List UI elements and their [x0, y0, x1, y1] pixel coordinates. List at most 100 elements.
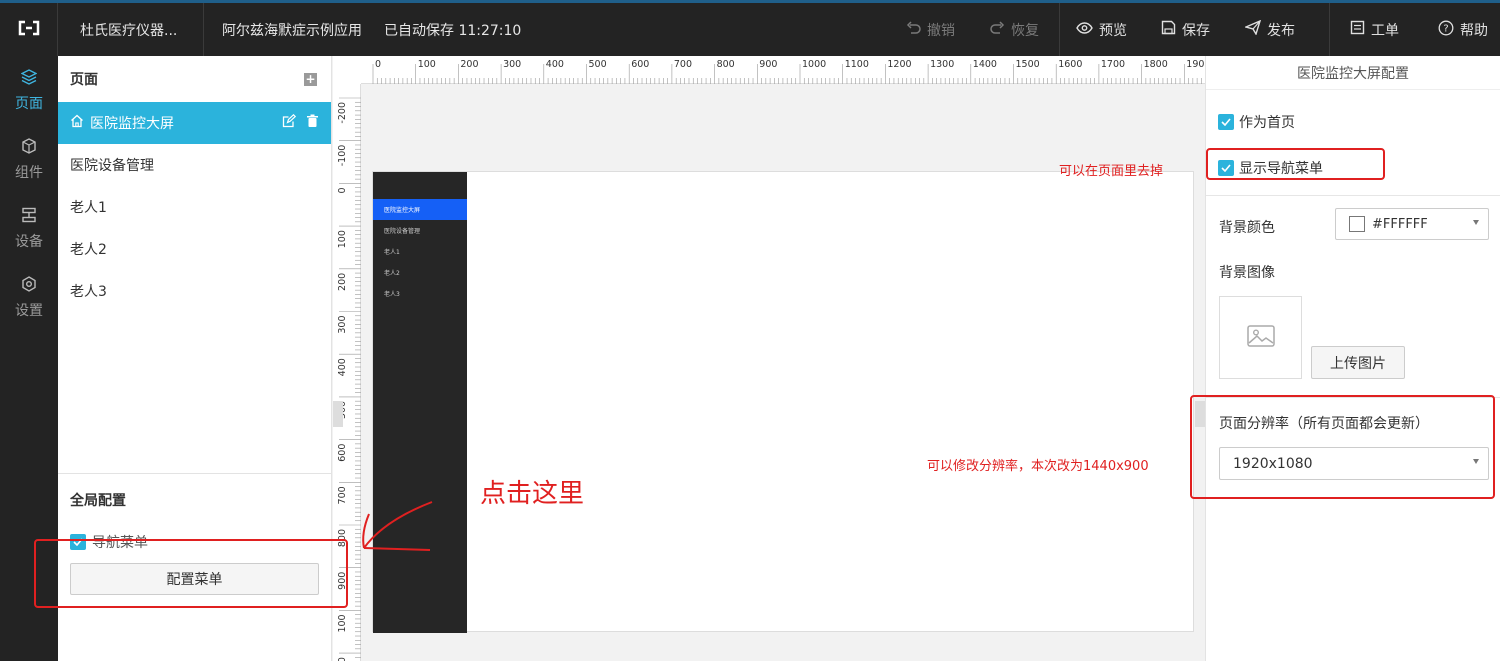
annotation-box-show-nav	[1206, 148, 1385, 180]
ruler-tick-label: 1700	[1101, 59, 1125, 70]
page-item[interactable]: 老人3	[58, 270, 331, 312]
ruler-tick-label: 100	[337, 614, 348, 632]
ruler-tick-label: 1800	[1144, 59, 1168, 70]
redo-button[interactable]: 恢复	[990, 20, 1039, 40]
redo-label: 恢复	[1011, 22, 1039, 39]
page-artboard[interactable]: 医院监控大屏 医院设备管理 老人1 老人2 老人3	[372, 171, 1194, 633]
ruler-tick-label: 1300	[930, 59, 954, 70]
project-name[interactable]: 杜氏医疗仪器...	[58, 3, 204, 56]
send-icon	[1243, 19, 1262, 39]
bg-color-label: 背景颜色	[1219, 220, 1275, 236]
config-panel-title: 医院监控大屏配置	[1206, 56, 1500, 90]
bg-image-placeholder[interactable]	[1219, 296, 1302, 379]
autosave-status: 已自动保存 11:27:10	[384, 22, 522, 39]
app-logo[interactable]	[0, 3, 58, 56]
canvas-area: 0 100 200 300 400 500 600 700 800 900 1000 1100 1200…	[333, 56, 1205, 661]
undo-icon	[906, 20, 921, 39]
left-collapse-handle[interactable]	[333, 401, 343, 427]
ruler-corner	[333, 56, 361, 84]
ruler-tick-label: 700	[674, 59, 692, 70]
logo-icon	[17, 20, 41, 40]
cube-icon	[21, 137, 37, 158]
check-icon	[1218, 114, 1234, 130]
ruler-tick-label: 100	[418, 59, 436, 70]
ruler-tick-label: 300	[503, 59, 521, 70]
rail-label: 页面	[15, 95, 43, 112]
nav-preview-item[interactable]: 老人2	[373, 262, 467, 283]
upload-image-button[interactable]: 上传图片	[1311, 346, 1405, 379]
ruler-tick-label: 0	[337, 187, 348, 193]
rail-item-pages[interactable]: 页面	[0, 56, 58, 125]
svg-text:?: ?	[1443, 23, 1448, 34]
nav-preview-item[interactable]: 老人3	[373, 283, 467, 304]
ruler-tick-label: 400	[337, 358, 348, 376]
undo-button[interactable]: 撤销	[906, 20, 955, 40]
ticket-icon	[1350, 20, 1365, 39]
page-item[interactable]: 老人1	[58, 186, 331, 228]
ruler-tick-label: 1000	[802, 59, 826, 70]
ruler-tick-label: 0	[375, 59, 381, 70]
annotation-arrow	[362, 501, 433, 551]
save-button[interactable]: 保存	[1161, 20, 1210, 40]
rail-item-devices[interactable]: 设备	[0, 194, 58, 263]
publish-button[interactable]: 发布	[1243, 19, 1295, 40]
ruler-top: 0 100 200 300 400 500 600 700 800 900 1000 1100 1200…	[333, 56, 1205, 84]
ticket-button[interactable]: 工单	[1350, 20, 1399, 40]
page-item[interactable]: 医院设备管理	[58, 144, 331, 186]
ruler-tick-label: 300	[337, 316, 348, 334]
rail-label: 设置	[15, 302, 43, 319]
ruler-tick-label: 190	[1186, 59, 1204, 70]
image-icon	[1246, 324, 1275, 351]
page-item[interactable]: 老人2	[58, 228, 331, 270]
annotation-remove-in-page: 可以在页面里去掉	[1059, 164, 1164, 179]
ruler-tick-label: 1200	[887, 59, 911, 70]
page-config-panel: 医院监控大屏配置 作为首页 显示导航菜单 背景颜色 #FFFFFF 背景图像 上…	[1205, 56, 1500, 661]
nav-preview-item[interactable]: 医院监控大屏	[373, 199, 467, 220]
nav-menu-preview[interactable]: 医院监控大屏 医院设备管理 老人1 老人2 老人3	[373, 172, 467, 633]
save-icon	[1161, 20, 1176, 39]
settings-icon	[21, 275, 37, 296]
global-config-title: 全局配置	[70, 493, 126, 509]
ruler-tick-label: 1100	[845, 59, 869, 70]
help-button[interactable]: ? 帮助	[1438, 20, 1488, 40]
nav-preview-item[interactable]: 医院设备管理	[373, 220, 467, 241]
ticket-label: 工单	[1371, 22, 1399, 39]
home-icon	[70, 114, 84, 132]
ruler-tick-label: -200	[337, 102, 348, 124]
add-page-icon[interactable]: +	[304, 72, 317, 86]
ruler-tick-label: 600	[337, 444, 348, 462]
homepage-checkbox[interactable]: 作为首页	[1218, 112, 1295, 132]
ruler-tick-label: 200	[460, 59, 478, 70]
rail-label: 组件	[15, 164, 43, 181]
preview-button[interactable]: 预览	[1076, 20, 1127, 40]
ruler-tick-label: 600	[631, 59, 649, 70]
homepage-label: 作为首页	[1239, 115, 1295, 131]
top-toolbar: 杜氏医疗仪器... 阿尔兹海默症示例应用 已自动保存 11:27:10 撤销 恢…	[0, 3, 1500, 56]
ruler-tick-label: 400	[546, 59, 564, 70]
ruler-tick-label: 800	[717, 59, 735, 70]
page-item-active[interactable]: 医院监控大屏	[58, 102, 331, 144]
trash-icon[interactable]	[306, 114, 319, 132]
caret-down-icon	[1473, 220, 1479, 225]
eye-icon	[1076, 21, 1093, 38]
ruler-tick-label: 100	[337, 230, 348, 248]
rail-item-settings[interactable]: 设置	[0, 263, 58, 332]
bg-color-select[interactable]: #FFFFFF	[1335, 208, 1489, 240]
ruler-tick-label: 900	[759, 59, 777, 70]
ruler-tick-label: 100	[337, 657, 348, 661]
annotation-box-config-menu	[34, 539, 348, 608]
undo-label: 撤销	[927, 22, 955, 39]
help-label: 帮助	[1460, 22, 1488, 39]
annotation-resolution-note: 可以修改分辨率，本次改为1440x900	[927, 459, 1149, 474]
ruler-tick-label: 500	[589, 59, 607, 70]
help-icon: ?	[1438, 20, 1454, 40]
color-swatch	[1349, 216, 1365, 232]
save-label: 保存	[1182, 22, 1210, 39]
nav-preview-item[interactable]: 老人1	[373, 241, 467, 262]
rail-item-components[interactable]: 组件	[0, 125, 58, 194]
bg-color-value: #FFFFFF	[1372, 216, 1428, 232]
annotation-box-resolution	[1190, 395, 1495, 499]
page-item-label: 医院监控大屏	[90, 116, 174, 132]
layers-icon	[20, 68, 38, 89]
edit-icon[interactable]	[282, 113, 297, 132]
